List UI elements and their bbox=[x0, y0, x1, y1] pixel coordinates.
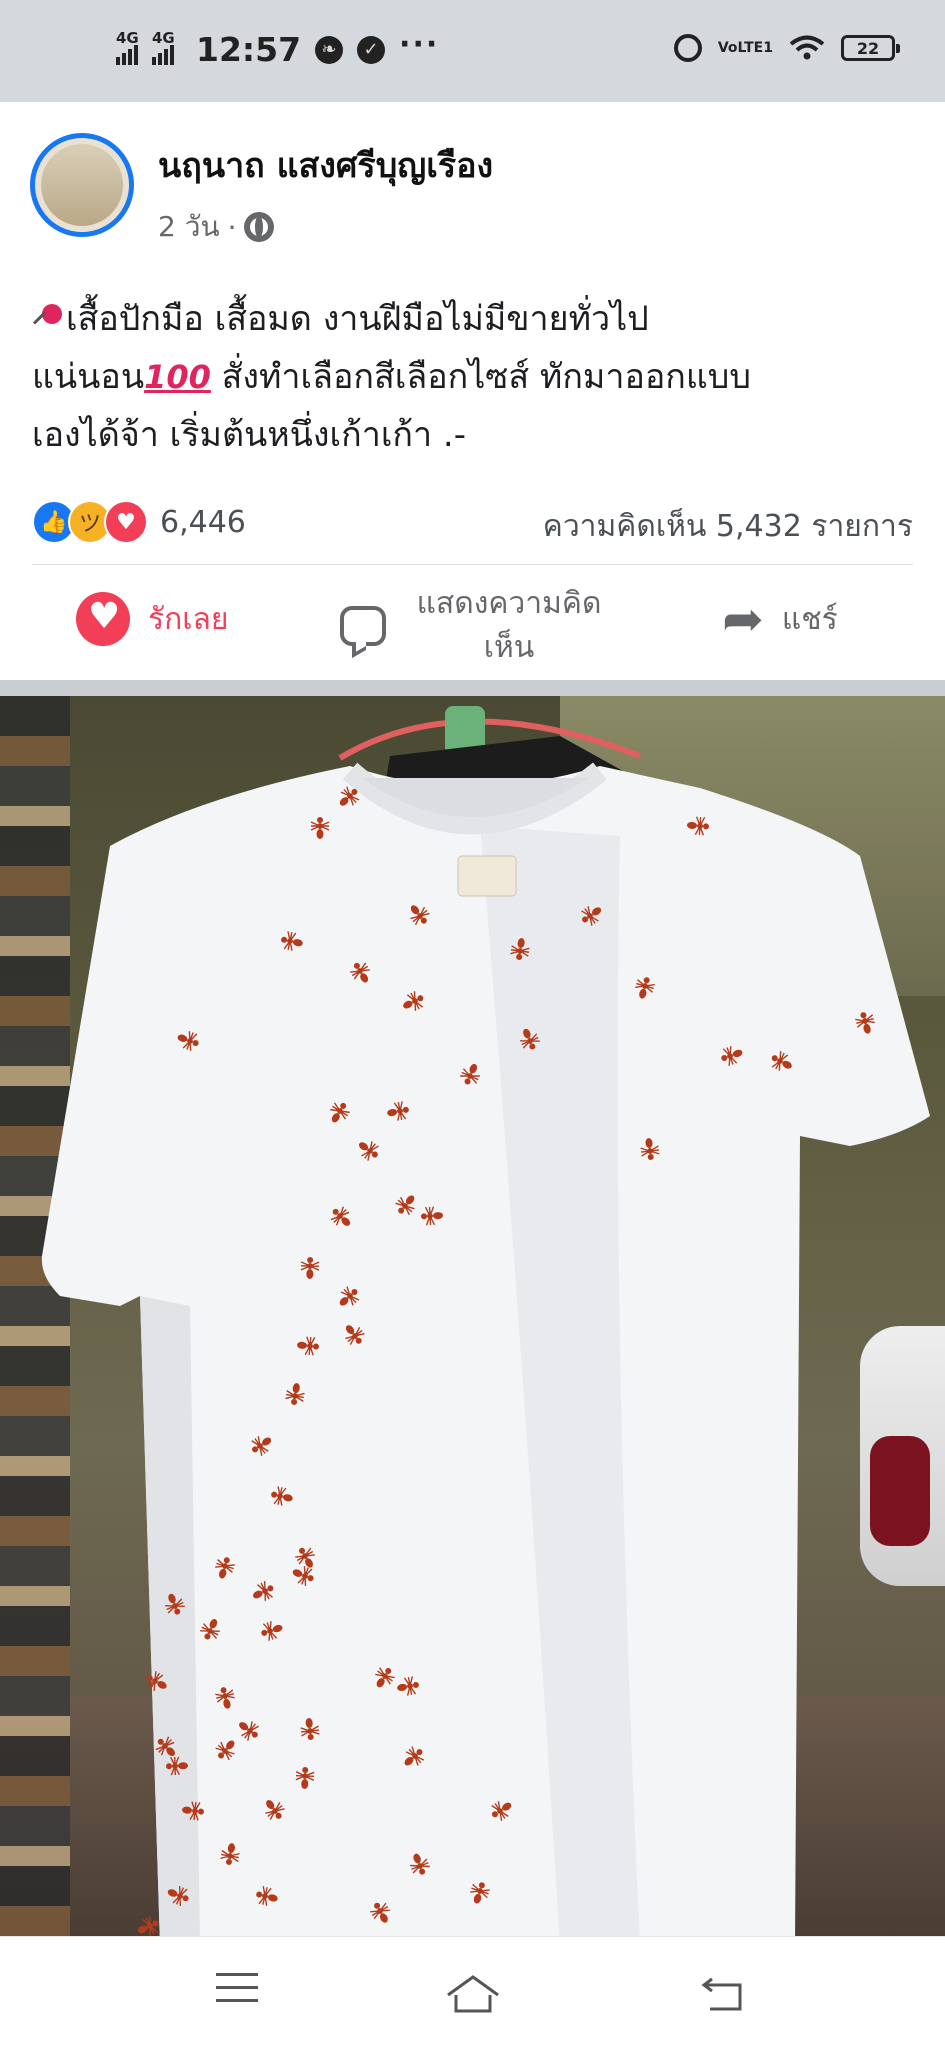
share-icon: ➦ bbox=[722, 590, 764, 648]
comment-button[interactable]: แสดงความคิดเห็น bbox=[340, 582, 614, 670]
post-photo[interactable] bbox=[0, 696, 945, 1936]
status-bar: 4G 4G 12:57 ❧ ✓ ··· VoLTE1 22 bbox=[0, 0, 945, 102]
divider bbox=[32, 564, 913, 565]
messenger-icon: ✓ bbox=[357, 35, 386, 64]
alarm-icon bbox=[673, 34, 702, 62]
share-button[interactable]: ➦ แชร์ bbox=[722, 594, 838, 644]
comment-label: แสดงความคิดเห็น bbox=[416, 586, 602, 665]
love-label: รักเลย bbox=[148, 601, 229, 637]
author-name[interactable]: นฤนาถ แสงศรีบุญเรือง bbox=[158, 138, 493, 192]
love-icon: ♥ bbox=[104, 500, 148, 544]
globe-icon bbox=[244, 212, 275, 242]
hundred-icon: 100 bbox=[144, 358, 211, 396]
share-label: แชร์ bbox=[781, 601, 838, 637]
sim1-network-label: 4G bbox=[116, 28, 139, 47]
post-text: เสื้อปักมือ เสื้อมด งานฝีมือไม่มีขายทั่ว… bbox=[32, 290, 912, 464]
post-meta: 2 วัน · bbox=[158, 205, 275, 249]
leaf-icon: ❧ bbox=[315, 35, 344, 64]
wifi-icon bbox=[789, 35, 825, 60]
menu-icon[interactable] bbox=[216, 1973, 258, 2012]
heart-icon bbox=[76, 592, 130, 646]
signal-icon-sim2: 4G bbox=[152, 29, 175, 65]
home-icon[interactable] bbox=[446, 1973, 500, 2013]
reactions-summary[interactable]: 👍 ツ ♥ 6,446 bbox=[32, 500, 246, 544]
battery-icon: 22 bbox=[841, 35, 900, 61]
signal-icon-sim1: 4G bbox=[116, 29, 139, 65]
sim2-network-label: 4G bbox=[152, 28, 175, 47]
comment-count[interactable]: ความคิดเห็น 5,432 รายการ bbox=[543, 503, 913, 550]
post-text-line2a: แน่นอน bbox=[32, 357, 145, 397]
comment-icon bbox=[340, 606, 386, 646]
system-nav-bar bbox=[0, 1936, 945, 2049]
love-button[interactable]: รักเลย bbox=[76, 592, 229, 646]
post-text-line2b: สั่งทำเลือกสีเลือกไซส์ ทักมาออกแบบ bbox=[210, 357, 751, 397]
feed-separator bbox=[0, 680, 945, 696]
pin-icon bbox=[32, 304, 62, 334]
clock: 12:57 bbox=[196, 30, 302, 69]
volte-icon: VoLTE1 bbox=[717, 40, 773, 56]
meta-separator: · bbox=[227, 210, 237, 244]
post-time[interactable]: 2 วัน bbox=[158, 205, 220, 249]
post-text-line3: เองได้จ้า เริ่มต้นหนึ่งเก้าเก้า .- bbox=[32, 415, 466, 455]
back-icon[interactable] bbox=[700, 1973, 746, 2013]
author-avatar[interactable] bbox=[30, 133, 134, 237]
tshirt-image bbox=[41, 706, 930, 1936]
reaction-count: 6,446 bbox=[160, 504, 246, 540]
post-text-line1: เสื้อปักมือ เสื้อมด งานฝีมือไม่มีขายทั่ว… bbox=[66, 299, 649, 339]
battery-level: 22 bbox=[856, 38, 880, 58]
more-notifications-icon: ··· bbox=[399, 27, 440, 62]
